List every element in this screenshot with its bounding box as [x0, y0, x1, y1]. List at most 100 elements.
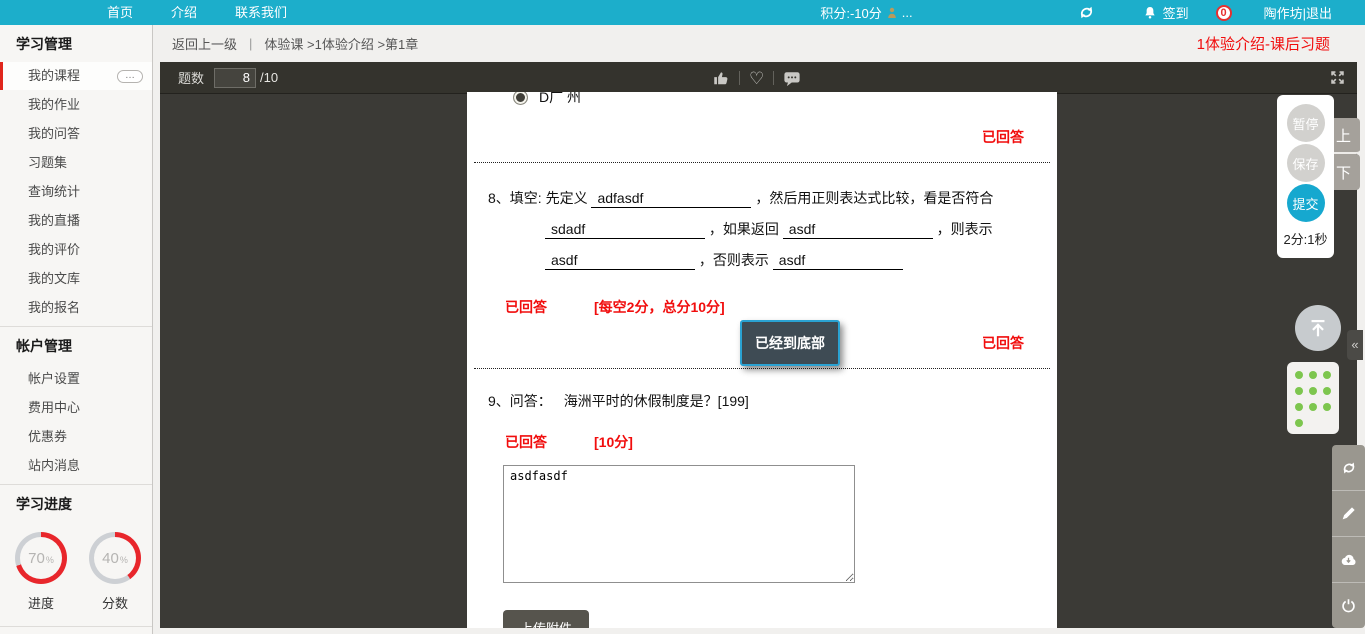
submit-button[interactable]: 提交: [1286, 184, 1325, 222]
sidebar-item-my-qa[interactable]: 我的问答: [0, 119, 152, 148]
download-button[interactable]: [1332, 536, 1365, 582]
upload-attachment-button[interactable]: 上传附件: [503, 610, 590, 628]
nav-contact[interactable]: 联系我们: [216, 0, 306, 25]
question-8-line3: asdf ，否则表示 asdf: [488, 245, 1057, 276]
exam-control-panel: 暂停 保存 提交 2分:1秒: [1277, 95, 1334, 258]
question-8-text: 先定义: [545, 190, 588, 206]
quiz-panel: D广 州 已回答 8、填空: 先定义 adfasdf ，然后用正则表达式比较，看…: [467, 92, 1057, 628]
notification-badge[interactable]: 0: [1215, 4, 1232, 21]
reload-icon: [1341, 460, 1357, 476]
thumbs-up-icon[interactable]: [712, 69, 730, 87]
blank-answer-2[interactable]: sdadf: [545, 221, 705, 239]
to-top-icon: [1306, 316, 1330, 340]
answered-status: 已回答: [982, 129, 1024, 145]
question-9: 9、问答： 海洲平时的休假制度是？[199]: [488, 391, 1057, 411]
question-dot[interactable]: [1295, 403, 1303, 411]
power-button[interactable]: [1332, 582, 1365, 628]
breadcrumb: 返回上一级 | 体验课 >1体验介绍 >第1章: [172, 34, 418, 53]
question-9-status-row: 已回答 [10分]: [505, 432, 1057, 452]
answered-status: 已回答: [505, 299, 547, 315]
points-group: 积分:-10分 ...: [820, 3, 912, 22]
score-ring-value: 40%: [94, 537, 136, 579]
reload-button[interactable]: [1332, 445, 1365, 490]
sidebar-item-query-stats[interactable]: 查询统计: [0, 177, 152, 206]
question-dot[interactable]: [1309, 403, 1317, 411]
topbar-right: 积分:-10分 ... 签到 0 陶作坊|退出: [820, 3, 1365, 22]
question-dot[interactable]: [1309, 371, 1317, 379]
progress-ring-value: 70%: [20, 537, 62, 579]
question-dot-grid: [1287, 362, 1339, 434]
back-link[interactable]: 返回上一级: [172, 34, 237, 53]
checkin-button[interactable]: 签到: [1143, 3, 1189, 22]
blank-answer-1[interactable]: adfasdf: [591, 190, 752, 208]
sidebar: 学习管理 我的课程 … 我的作业 我的问答 习题集 查询统计 我的直播 我的评价…: [0, 25, 153, 634]
main-area: 返回上一级 | 体验课 >1体验介绍 >第1章 1体验介绍-课后习题 题数 /1…: [153, 25, 1365, 634]
question-dot[interactable]: [1295, 387, 1303, 395]
player-toolbar: 题数 /10 ♡: [160, 62, 1357, 94]
member-level-row: 会员等级 ♛ 详细: [0, 626, 152, 634]
checkin-label: 签到: [1162, 6, 1189, 21]
question-dot[interactable]: [1323, 387, 1331, 395]
top-nav: 首页 介绍 联系我们: [88, 0, 306, 25]
points-more[interactable]: ...: [902, 5, 913, 20]
question-divider: [474, 368, 1050, 369]
question-dot[interactable]: [1323, 403, 1331, 411]
sidebar-item-site-messages[interactable]: 站内消息: [0, 451, 152, 480]
power-icon: [1341, 598, 1356, 613]
pencil-icon: [1341, 506, 1356, 521]
question-count-label: 题数: [178, 71, 205, 86]
question-8-number: 8、: [488, 190, 510, 206]
sidebar-item-my-live[interactable]: 我的直播: [0, 206, 152, 235]
sidebar-header-account: 帐户管理: [0, 326, 152, 364]
blank-answer-3[interactable]: asdf: [782, 221, 933, 239]
progress-ring-wrap: 70% 进度: [13, 532, 69, 612]
more-ellipsis-icon[interactable]: …: [117, 70, 143, 83]
feedback-icons: ♡: [712, 62, 801, 94]
sidebar-item-account-settings[interactable]: 帐户设置: [0, 364, 152, 393]
sidebar-item-coupons[interactable]: 优惠券: [0, 422, 152, 451]
question-8-text: ，否则表示: [698, 252, 769, 268]
fullscreen-icon[interactable]: [1330, 70, 1345, 85]
bell-icon: [1143, 5, 1157, 21]
nav-intro[interactable]: 介绍: [152, 0, 216, 25]
sidebar-item-my-homework[interactable]: 我的作业: [0, 90, 152, 119]
refresh-icon[interactable]: [1078, 4, 1095, 21]
sidebar-header-learning: 学习管理: [16, 36, 72, 52]
nav-home[interactable]: 首页: [88, 0, 152, 25]
sidebar-item-fee-center[interactable]: 费用中心: [0, 393, 152, 422]
heart-icon[interactable]: ♡: [749, 70, 764, 87]
quiz-stage: 题数 /10 ♡: [160, 62, 1357, 628]
question-8: 8、填空: 先定义 adfasdf ，然后用正则表达式比较，看是否符合 sdad…: [488, 183, 1057, 276]
divider: [773, 71, 775, 85]
answer-textarea[interactable]: asdfasdf: [503, 465, 855, 583]
breadcrumb-path[interactable]: 体验课 >1体验介绍 >第1章: [264, 34, 418, 53]
sidebar-item-my-library[interactable]: 我的文库: [0, 264, 152, 293]
question-dot[interactable]: [1309, 387, 1317, 395]
question-dot[interactable]: [1295, 419, 1303, 427]
user-logout-link[interactable]: 陶作坊|退出: [1264, 3, 1332, 22]
blank-answer-4[interactable]: asdf: [545, 252, 695, 270]
save-button[interactable]: 保存: [1286, 144, 1325, 182]
scroll-to-top-button[interactable]: [1295, 305, 1341, 351]
option-d-row: D广 州: [513, 92, 1057, 111]
question-total: /10: [260, 70, 279, 85]
score-ring-wrap: 40% 分数: [87, 532, 143, 612]
collapse-panel-icon[interactable]: «: [1347, 330, 1363, 360]
user-figure-icon: [887, 7, 897, 19]
blank-answer-5[interactable]: asdf: [772, 252, 903, 270]
question-8-score-note: [每空2分，总分10分]: [594, 299, 725, 315]
question-dot[interactable]: [1323, 371, 1331, 379]
question-dot[interactable]: [1295, 371, 1303, 379]
question-number-input[interactable]: [214, 67, 257, 88]
pause-button[interactable]: 暂停: [1286, 104, 1325, 142]
comment-icon[interactable]: [783, 70, 801, 87]
sidebar-item-my-registration[interactable]: 我的报名: [0, 293, 152, 322]
sidebar-item-my-reviews[interactable]: 我的评价: [0, 235, 152, 264]
breadcrumb-divider: |: [249, 36, 253, 51]
edit-button[interactable]: [1332, 490, 1365, 536]
sidebar-item-my-courses[interactable]: 我的课程 …: [0, 62, 152, 90]
score-ring-label: 分数: [101, 596, 128, 611]
points-label: 积分:-10分: [820, 6, 882, 21]
radio-selected-icon[interactable]: [513, 92, 528, 105]
sidebar-item-exercise-sets[interactable]: 习题集: [0, 148, 152, 177]
